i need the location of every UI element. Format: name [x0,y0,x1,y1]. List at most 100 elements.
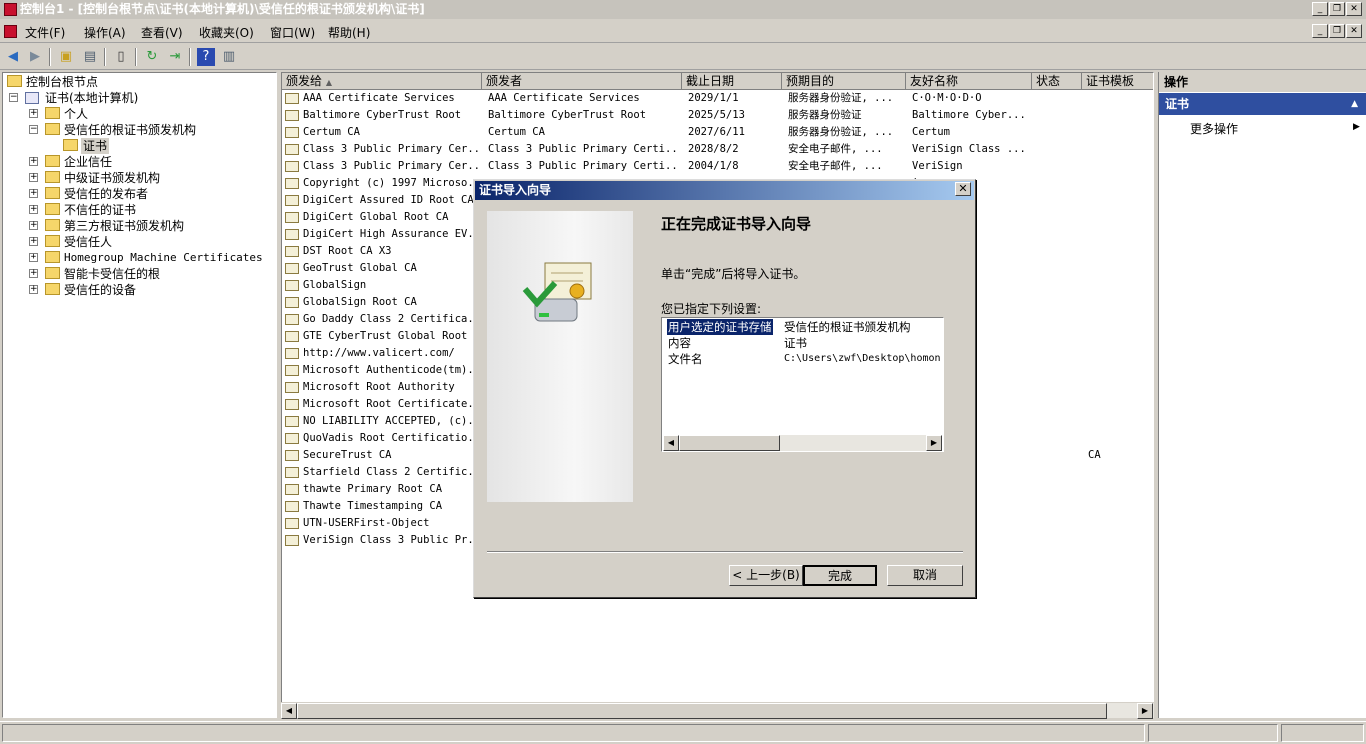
forward-arrow-icon[interactable]: ▶ [26,48,44,66]
certificate-icon [285,263,299,274]
show-action-pane-icon[interactable]: ▥ [220,48,238,66]
collapse-up-icon[interactable]: ▲ [1351,93,1358,115]
menu-help[interactable]: 帮助(H) [328,24,370,41]
action-more-actions[interactable]: 更多操作 [1190,120,1238,137]
table-cell: Copyright (c) 1997 Microso... [303,177,481,189]
actions-section-certificates[interactable]: 证书 ▲ [1159,93,1366,115]
menu-window[interactable]: 窗口(W) [270,24,315,41]
collapse-icon[interactable]: − [29,125,38,134]
up-folder-icon[interactable]: ▣ [57,48,75,66]
child-minimize-icon[interactable]: _ [1312,24,1328,38]
table-cell: 服务器身份验证, ... [788,92,894,104]
menu-view[interactable]: 查看(V) [141,24,183,41]
settings-horizontal-scrollbar[interactable]: ◀ ▶ [663,435,942,451]
settings-row[interactable]: 内容 证书 [668,335,938,351]
close-icon[interactable]: ✕ [1346,2,1362,16]
column-header-issued-by[interactable]: 颁发者 [482,73,682,90]
certificate-import-wizard: 证书导入向导 ✕ 正在完成证书导入向导 单击“完成”后将导入证书。 您已指定下列… [473,179,976,598]
settings-row[interactable]: 用户选定的证书存储 受信任的根证书颁发机构 [667,319,938,335]
menu-favorites[interactable]: 收藏夹(O) [199,24,254,41]
scroll-thumb[interactable] [297,703,1107,719]
mmc-app-icon [4,3,17,16]
column-header-purposes[interactable]: 预期目的 [782,73,906,90]
table-cell: Class 3 Public Primary Certi... [488,143,678,155]
table-row[interactable]: Baltimore CyberTrust Root Baltimore Cyber… [284,107,1153,124]
expand-icon[interactable]: + [29,237,38,246]
table-cell: GTE CyberTrust Global Root [303,330,468,342]
dialog-close-icon[interactable]: ✕ [955,182,971,196]
table-row[interactable]: AAA Certificate Services AAA Certificate … [284,90,1153,107]
table-cell: Microsoft Root Authority [303,381,455,393]
column-header-template[interactable]: 证书模板 [1082,73,1153,90]
settings-list[interactable]: 用户选定的证书存储 受信任的根证书颁发机构 内容 证书 文件名 C:\Users… [661,317,944,452]
properties-icon[interactable]: ▯ [112,48,130,66]
status-panel-2 [1148,724,1278,742]
show-tree-icon[interactable]: ▤ [81,48,99,66]
back-button[interactable]: < 上一步(B) [729,565,803,586]
folder-icon [45,155,60,167]
wizard-side-panel [487,211,633,502]
finish-button[interactable]: 完成 [803,565,877,586]
back-arrow-icon[interactable]: ◀ [4,48,22,66]
column-header-issued-to[interactable]: 颁发给 ▲ [282,73,482,90]
help-icon[interactable]: ? [197,48,215,66]
column-header-expiration[interactable]: 截止日期 [682,73,782,90]
certificate-icon [285,518,299,529]
table-cell: Microsoft Root Certificate... [303,398,481,410]
table-cell: VeriSign Class ... [912,143,1026,155]
table-row[interactable]: Class 3 Public Primary Cer... Class 3 Pub… [284,158,1153,175]
toolbar-separator [49,48,51,66]
expand-icon[interactable]: + [29,189,38,198]
scroll-left-icon[interactable]: ◀ [663,435,679,451]
table-cell: 安全电子邮件, ... [788,143,883,155]
column-header-status[interactable]: 状态 [1032,73,1082,90]
column-header-friendly-name[interactable]: 友好名称 [906,73,1032,90]
table-row[interactable]: Certum CA Certum CA 2027/6/11 服务器身份验证, ... C… [284,124,1153,141]
scroll-thumb[interactable] [679,435,780,451]
list-horizontal-scrollbar[interactable]: ◀ ▶ [281,702,1154,719]
expand-icon[interactable]: + [29,109,38,118]
child-restore-icon[interactable]: ❐ [1329,24,1345,38]
table-cell: DST Root CA X3 [303,245,392,257]
scroll-right-icon[interactable]: ▶ [926,435,942,451]
table-cell: Certum CA [488,126,545,138]
table-cell: Microsoft Authenticode(tm)... [303,364,481,376]
collapse-icon[interactable]: − [9,93,18,102]
child-close-icon[interactable]: ✕ [1346,24,1362,38]
table-cell: DigiCert Global Root CA [303,211,449,223]
cancel-button[interactable]: 取消 [887,565,963,586]
minimize-icon[interactable]: _ [1312,2,1328,16]
table-cell: 服务器身份验证, ... [788,126,894,138]
table-cell: VeriSign [912,160,963,172]
certificate-icon [285,229,299,240]
refresh-icon[interactable]: ↻ [143,48,161,66]
certificate-import-icon [522,262,592,322]
table-cell: 2029/1/1 [688,92,739,104]
expand-icon[interactable]: + [29,269,38,278]
console-tree: 控制台根节点 − 证书(本地计算机) + 个人 − 受信任的根证书颁发机构 证书 + 企… [2,72,277,718]
certificate-icon [285,212,299,223]
folder-icon [45,107,60,119]
status-panel-main [2,724,1145,742]
expand-icon[interactable]: + [29,285,38,294]
folder-icon [45,187,60,199]
scroll-right-icon[interactable]: ▶ [1137,703,1153,719]
expand-icon[interactable]: + [29,253,38,262]
wizard-heading: 正在完成证书导入向导 [661,215,812,233]
table-cell: Certum CA [303,126,360,138]
restore-icon[interactable]: ❐ [1329,2,1345,16]
expand-icon[interactable]: + [29,173,38,182]
export-list-icon[interactable]: ⇥ [166,48,184,66]
table-row[interactable]: Class 3 Public Primary Cer... Class 3 Pub… [284,141,1153,158]
expand-icon[interactable]: + [29,205,38,214]
settings-row[interactable]: 文件名 C:\Users\zwf\Desktop\homon [668,351,941,367]
certificate-icon [285,501,299,512]
table-cell: Go Daddy Class 2 Certifica... [303,313,481,325]
expand-icon[interactable]: + [29,157,38,166]
scroll-left-icon[interactable]: ◀ [281,703,297,719]
menu-bar: 文件(F) 操作(A) 查看(V) 收藏夹(O) 窗口(W) 帮助(H) _ ❐… [0,20,1366,43]
menu-action[interactable]: 操作(A) [84,24,126,41]
expand-icon[interactable]: + [29,221,38,230]
menu-file[interactable]: 文件(F) [25,24,65,41]
table-cell: 2004/1/8 [688,160,739,172]
